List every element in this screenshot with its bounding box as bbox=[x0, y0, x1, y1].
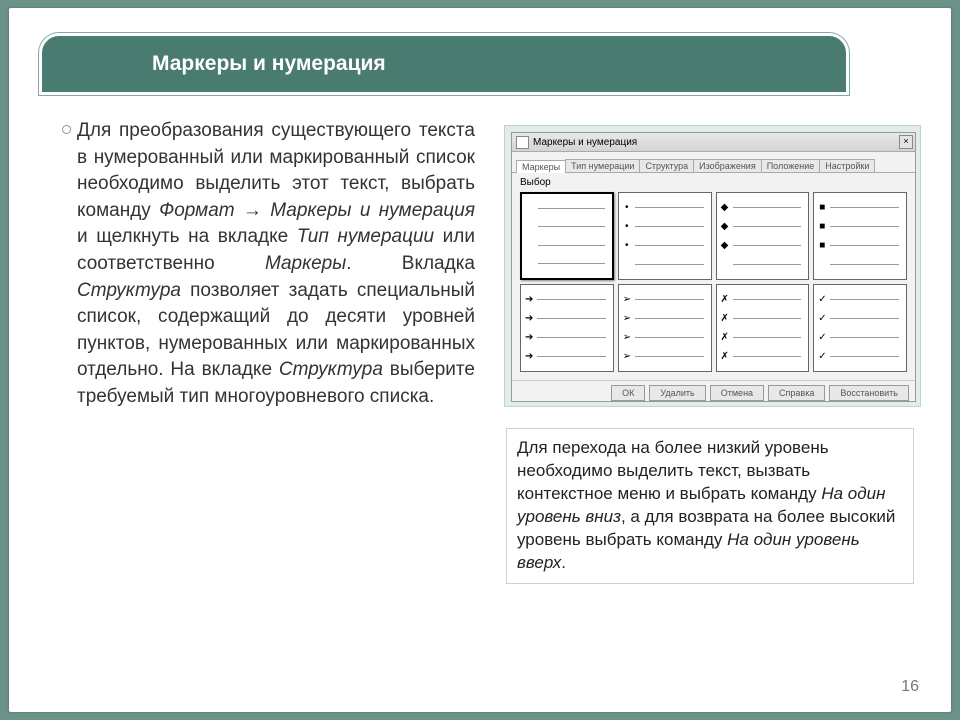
help-button[interactable]: Справка bbox=[768, 385, 825, 401]
t3: и щелкнуть на вкладке bbox=[77, 226, 297, 247]
marker-none[interactable] bbox=[520, 192, 614, 280]
tab-settings[interactable]: Настройки bbox=[819, 159, 875, 172]
dialog-buttons: ОК Удалить Отмена Справка Восстановить bbox=[512, 380, 915, 405]
t6: Маркеры bbox=[265, 253, 346, 274]
ok-button[interactable]: ОК bbox=[611, 385, 645, 401]
delete-button[interactable]: Удалить bbox=[649, 385, 705, 401]
title-shape: Маркеры и нумерация bbox=[39, 33, 849, 95]
marker-triangle[interactable]: ➢ ➢ ➢ ➢ bbox=[618, 284, 712, 372]
n1: Для перехода на более низкий уровень нео… bbox=[517, 438, 829, 503]
t10: Структура bbox=[279, 359, 383, 380]
dialog-titlebar: Маркеры и нумерация × bbox=[512, 133, 915, 152]
n5: . bbox=[561, 553, 566, 572]
dialog-screenshot: Маркеры и нумерация × Маркеры Тип нумера… bbox=[504, 125, 921, 407]
slide: Маркеры и нумерация Для преобразования с… bbox=[9, 8, 951, 712]
tab-numbering-type[interactable]: Тип нумерации bbox=[565, 159, 640, 172]
t8: Структура bbox=[77, 280, 181, 301]
cancel-button[interactable]: Отмена bbox=[710, 385, 764, 401]
bullet-icon bbox=[62, 125, 71, 134]
marker-arrow[interactable]: ➔ ➔ ➔ ➔ bbox=[520, 284, 614, 372]
tab-position[interactable]: Положение bbox=[761, 159, 821, 172]
dialog-tabs: Маркеры Тип нумерации Структура Изображе… bbox=[512, 152, 915, 173]
marker-grid: • • • ◆ ◆ ◆ ■ ■ ■ bbox=[520, 192, 907, 372]
tab-images[interactable]: Изображения bbox=[693, 159, 762, 172]
section-label: Выбор bbox=[520, 177, 907, 188]
side-note: Для перехода на более низкий уровень нео… bbox=[506, 428, 914, 584]
dialog-title: Маркеры и нумерация bbox=[533, 137, 637, 148]
t2: Формат → Маркеры и нумерация bbox=[159, 200, 475, 221]
close-icon[interactable]: × bbox=[899, 135, 913, 149]
dialog-window: Маркеры и нумерация × Маркеры Тип нумера… bbox=[511, 132, 916, 402]
dialog-icon bbox=[516, 136, 529, 149]
slide-title: Маркеры и нумерация bbox=[152, 52, 386, 76]
dialog-body: Выбор • • • ◆ bbox=[512, 173, 915, 376]
tab-markers[interactable]: Маркеры bbox=[516, 160, 566, 173]
marker-check[interactable]: ✓ ✓ ✓ ✓ bbox=[813, 284, 907, 372]
marker-bullet[interactable]: • • • bbox=[618, 192, 712, 280]
restore-button[interactable]: Восстановить bbox=[829, 385, 909, 401]
body-text: Для преобразования существующего текста … bbox=[77, 118, 475, 411]
t4: Тип нумерации bbox=[297, 226, 434, 247]
marker-x[interactable]: ✗ ✗ ✗ ✗ bbox=[716, 284, 810, 372]
marker-square[interactable]: ■ ■ ■ bbox=[813, 192, 907, 280]
t7: . Вкладка bbox=[346, 253, 475, 274]
tab-structure[interactable]: Структура bbox=[639, 159, 694, 172]
marker-diamond[interactable]: ◆ ◆ ◆ bbox=[716, 192, 810, 280]
page-number: 16 bbox=[901, 678, 919, 696]
